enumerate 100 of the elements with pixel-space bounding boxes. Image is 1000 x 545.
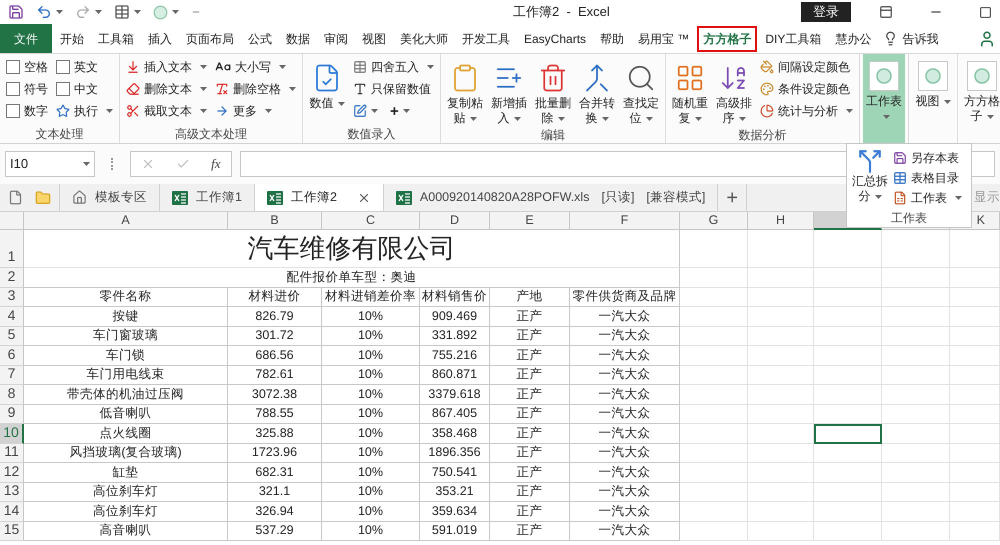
insert-function-button[interactable]: fx: [211, 154, 221, 174]
checkbox[interactable]: [56, 82, 70, 96]
menu-item[interactable]: 表格目录: [893, 168, 962, 188]
ribbon-large-button[interactable]: 数值: [306, 56, 348, 125]
checkbox[interactable]: [56, 60, 70, 74]
add-menu-button[interactable]: +: [390, 104, 410, 118]
row-header[interactable]: 4: [0, 307, 24, 326]
file-tab[interactable]: 文件: [0, 24, 52, 53]
ribbon-display-icon[interactable]: [879, 5, 893, 19]
ribbon-button[interactable]: 执行: [56, 100, 113, 122]
workbook-tab[interactable]: 工作簿2: [254, 184, 383, 211]
row-header[interactable]: 9: [0, 404, 24, 424]
ribbon-large-button[interactable]: 新增插入: [488, 56, 530, 126]
menu-tab[interactable]: 慧办公: [829, 26, 878, 52]
row-header[interactable]: 1: [0, 230, 24, 268]
save-icon[interactable]: [8, 4, 24, 20]
ribbon-large-button[interactable]: 复制粘贴: [444, 56, 486, 126]
column-header[interactable]: A: [24, 212, 228, 230]
menu-item[interactable]: 另存本表: [893, 148, 962, 168]
ribbon-button[interactable]: 间隔设定颜色: [760, 56, 853, 78]
login-button[interactable]: 登录: [801, 2, 851, 22]
table-cell-text: 10%: [358, 502, 384, 520]
menu-tab[interactable]: 开始: [54, 26, 90, 52]
row-header[interactable]: 12: [0, 463, 24, 482]
menu-tab[interactable]: 美化大师: [394, 26, 454, 52]
name-box[interactable]: I10: [5, 151, 95, 177]
caret-icon: [200, 87, 207, 91]
menu-tab[interactable]: 数据: [280, 26, 316, 52]
empty-cell: [882, 307, 950, 326]
menu-item[interactable]: 工作表: [893, 188, 962, 208]
menu-tab[interactable]: 插入: [142, 26, 178, 52]
ribbon-large-button[interactable]: 随机重复: [669, 56, 711, 126]
empty-cell: [950, 463, 1000, 482]
row-header[interactable]: 3: [0, 288, 24, 307]
column-title: 材料销售价: [422, 288, 487, 306]
drag-handle-icon[interactable]: [111, 158, 114, 170]
undo-icon[interactable]: [36, 4, 52, 20]
row-header[interactable]: 6: [0, 346, 24, 366]
row-header[interactable]: 5: [0, 326, 24, 346]
row-header[interactable]: 10: [0, 424, 24, 444]
column-header[interactable]: E: [490, 212, 570, 230]
form-icon[interactable]: [114, 4, 130, 20]
menu-tab[interactable]: 方方格子: [697, 26, 758, 52]
ribbon-button[interactable]: 大小写: [215, 56, 296, 78]
add-tab-button[interactable]: +: [717, 184, 748, 211]
menu-tab[interactable]: 审阅: [318, 26, 354, 52]
ribbon-large-button[interactable]: 合并转换: [576, 56, 618, 126]
ribbon-button[interactable]: 删除文本: [126, 78, 207, 100]
circle-tile-icon: [918, 61, 948, 91]
ribbon-button[interactable]: 只保留数值: [353, 78, 434, 100]
ribbon-large-button[interactable]: 高级排序: [713, 56, 755, 126]
edit-menu-button[interactable]: [353, 104, 378, 118]
column-header[interactable]: F: [570, 212, 680, 230]
ribbon-large-button[interactable]: 工作表: [863, 54, 905, 143]
menu-tab[interactable]: 公式: [242, 26, 278, 52]
tell-me-button[interactable]: 告诉我: [879, 30, 942, 48]
menu-tab[interactable]: 页面布局: [180, 26, 240, 52]
menu-tab[interactable]: 视图: [356, 26, 392, 52]
ribbon-button[interactable]: 统计与分析: [760, 100, 853, 122]
redo-icon[interactable]: [75, 4, 91, 20]
ribbon-button[interactable]: 截取文本: [126, 100, 207, 122]
menu-tab[interactable]: 帮助: [594, 26, 630, 52]
caret-icon: [874, 194, 882, 199]
new-file-icon[interactable]: [8, 190, 23, 205]
user-icon[interactable]: [978, 30, 996, 48]
ribbon-button[interactable]: 条件设定颜色: [760, 78, 853, 100]
caret-icon: [427, 65, 434, 69]
row-header[interactable]: 8: [0, 385, 24, 404]
maximize-icon[interactable]: [979, 6, 992, 18]
ribbon-large-button[interactable]: 查找定位: [620, 56, 662, 126]
checkbox[interactable]: [6, 82, 20, 96]
ribbon-button[interactable]: 删除空格: [215, 78, 296, 100]
ribbon-large-button[interactable]: 批量删除: [532, 56, 574, 126]
row-header[interactable]: 11: [0, 444, 24, 463]
menu-tab[interactable]: 易用宝 ™: [632, 26, 696, 52]
menu-tab[interactable]: 开发工具: [456, 26, 516, 52]
row-header[interactable]: 15: [0, 522, 24, 541]
selected-cell[interactable]: [814, 424, 882, 444]
row-header[interactable]: 7: [0, 366, 24, 385]
row-header[interactable]: 13: [0, 482, 24, 502]
checkbox[interactable]: [6, 60, 20, 74]
menu-tab[interactable]: DIY工具箱: [759, 26, 828, 52]
empty-cell: [950, 268, 1000, 288]
split-merge-button[interactable]: 汇总拆分: [851, 148, 889, 209]
ribbon-button[interactable]: 插入文本: [126, 56, 207, 78]
ribbon-large-button[interactable]: 方方格子: [961, 54, 1000, 143]
menu-tab[interactable]: EasyCharts: [518, 26, 592, 52]
caret-icon: [279, 65, 286, 69]
column-header[interactable]: D: [420, 212, 490, 230]
ribbon-button[interactable]: 四舍五入: [353, 56, 434, 78]
ribbon-button[interactable]: 更多: [215, 100, 296, 122]
menu-tab[interactable]: 工具箱: [92, 26, 140, 52]
column-header[interactable]: G: [680, 212, 748, 230]
checkbox[interactable]: [6, 104, 20, 118]
empty-cell: [950, 307, 1000, 326]
row-header[interactable]: 2: [0, 268, 24, 288]
column-header[interactable]: B: [228, 212, 322, 230]
ribbon-large-button[interactable]: 视图: [912, 54, 954, 143]
row-header[interactable]: 14: [0, 502, 24, 522]
column-header[interactable]: C: [322, 212, 420, 230]
